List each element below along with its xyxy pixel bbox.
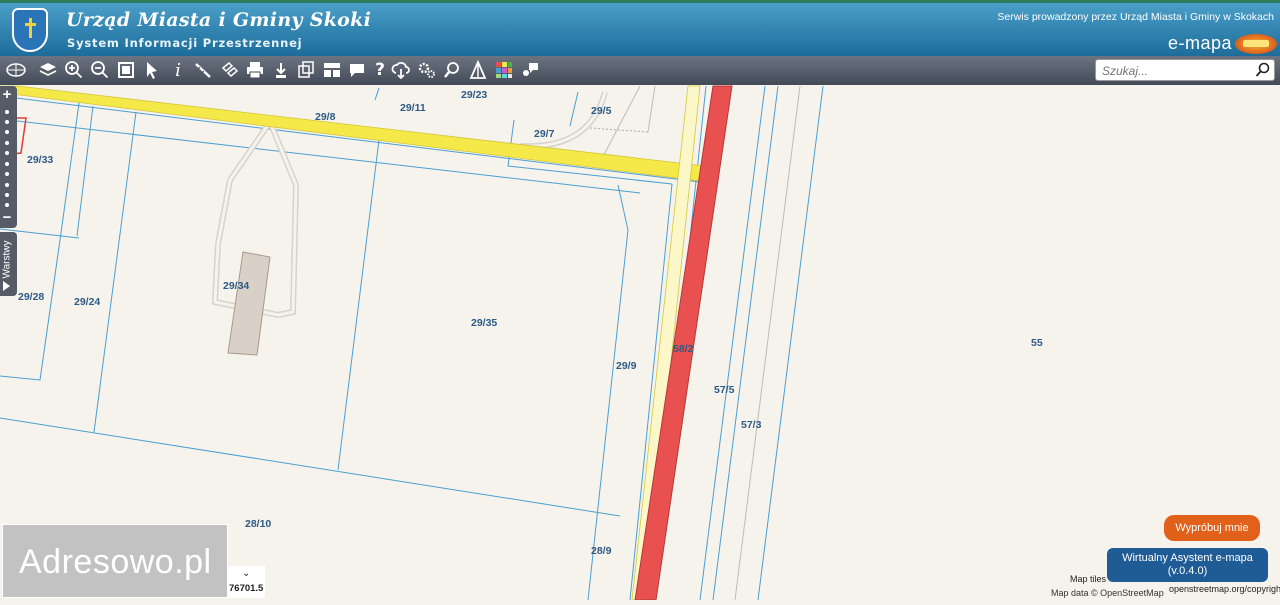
chevron-down-icon[interactable]: ⌄ <box>242 568 250 579</box>
search-icon[interactable] <box>1255 62 1271 78</box>
info-icon[interactable]: i <box>166 58 190 82</box>
parcel-label: 29/11 <box>400 102 426 114</box>
attribution-tiles: Map tiles <box>1070 574 1107 584</box>
parcel-label: 29/24 <box>74 296 100 308</box>
zoom-out-button[interactable]: − <box>0 209 14 226</box>
assistant-title: Wirtualny Asystent e-mapa <box>1122 552 1253 564</box>
pointer-icon[interactable] <box>140 58 164 82</box>
full-extent-icon[interactable] <box>114 58 138 82</box>
coordinate-value: 76701.5 <box>229 583 264 594</box>
upload-icon[interactable] <box>269 58 293 82</box>
toolbar: i ? <box>0 56 1280 86</box>
search-box[interactable] <box>1095 59 1275 81</box>
parcel-label: 57/3 <box>741 419 762 431</box>
globe-icon[interactable] <box>4 58 28 82</box>
layers-icon[interactable] <box>36 58 60 82</box>
parcel-label: 29/35 <box>471 317 497 329</box>
parcel-label: 55 <box>1031 337 1043 349</box>
parcel-label: 28/10 <box>245 518 271 530</box>
coat-of-arms-icon <box>12 8 48 52</box>
layers-tab-label: Warstwy <box>1 240 13 279</box>
emapa-brand: e-mapa <box>1167 33 1232 53</box>
map-canvas[interactable]: 29/8 29/11 29/23 29/5 29/7 29/33 29/34 2… <box>0 85 1280 601</box>
watermark-text: Adresowo.pl <box>19 543 212 581</box>
expand-arrow-icon <box>3 281 10 291</box>
watermark: Adresowo.pl <box>2 524 228 598</box>
zoom-in-icon[interactable] <box>62 58 86 82</box>
layers-tab[interactable]: Warstwy <box>0 232 17 296</box>
settings-icon[interactable] <box>415 58 439 82</box>
triangle-icon[interactable] <box>466 58 490 82</box>
grid-colors-icon[interactable] <box>492 58 516 82</box>
user-chat-icon[interactable] <box>518 58 542 82</box>
layout-icon[interactable] <box>320 58 344 82</box>
measure-icon[interactable] <box>191 58 215 82</box>
service-text: Serwis prowadzony przez Urząd Miasta i G… <box>997 11 1274 23</box>
parcel-label: 58/2 <box>673 343 694 355</box>
zoom-in-button[interactable]: + <box>0 86 14 103</box>
virtual-assistant-button[interactable]: Wirtualny Asystent e-mapa (v.0.4.0) <box>1107 548 1268 582</box>
header: Urząd Miasta i Gminy Skoki System Inform… <box>0 0 1280 56</box>
cloud-download-icon[interactable] <box>389 58 413 82</box>
emapa-logo-icon <box>1235 34 1277 54</box>
parcel-label: 29/7 <box>534 128 555 140</box>
export-icon[interactable] <box>294 58 318 82</box>
parcel-label: 29/9 <box>616 360 637 372</box>
parcel-label: 57/5 <box>714 384 735 396</box>
print-icon[interactable] <box>243 58 267 82</box>
chat-icon[interactable] <box>345 58 369 82</box>
parcel-label: 29/33 <box>27 154 53 166</box>
parcel-label: 28/9 <box>591 545 612 557</box>
parcel-label: 29/5 <box>591 105 612 117</box>
app-title: Urząd Miasta i Gminy Skoki <box>66 9 372 31</box>
try-me-button[interactable]: Wypróbuj mnie <box>1164 515 1260 541</box>
assistant-version: (v.0.4.0) <box>1167 565 1208 577</box>
parcel-label: 29/8 <box>315 111 336 123</box>
zoom-slider[interactable]: + − <box>0 86 17 228</box>
parcel-label: 29/34 <box>223 280 249 292</box>
search-input[interactable] <box>1100 62 1254 80</box>
attribution-copyright-link[interactable]: openstreetmap.org/copyright <box>1169 584 1280 594</box>
coordinate-box[interactable]: ⌄ 76701.5 <box>228 566 265 598</box>
zoom-out-icon[interactable] <box>88 58 112 82</box>
app-subtitle: System Informacji Przestrzennej <box>67 36 303 50</box>
attribution-data: Map data © OpenStreetMap <box>1051 588 1164 598</box>
link-icon[interactable] <box>217 58 241 82</box>
parcel-label: 29/28 <box>18 291 44 303</box>
search-map-icon[interactable] <box>440 58 464 82</box>
parcel-label: 29/23 <box>461 89 487 101</box>
